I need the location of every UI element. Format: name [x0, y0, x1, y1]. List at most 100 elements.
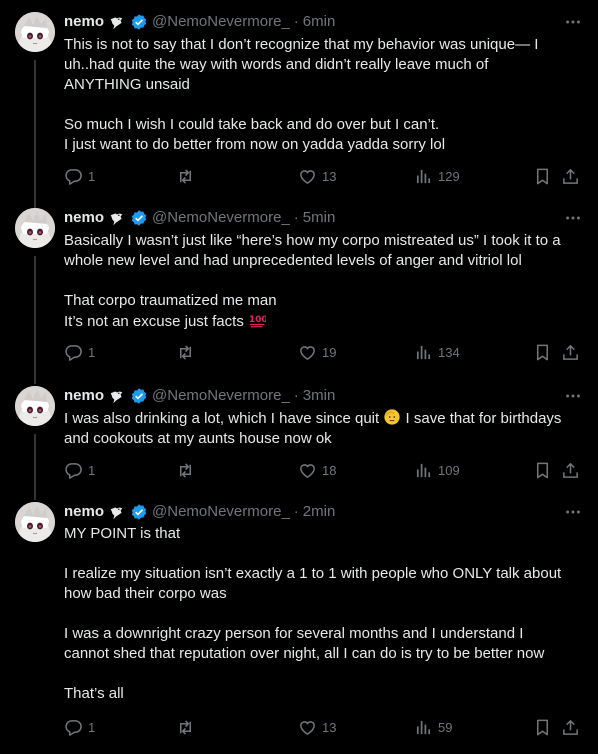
tweet-line: That corpo traumatized me man — [64, 292, 277, 309]
avatar[interactable] — [15, 12, 55, 52]
bookmark-icon — [533, 167, 552, 186]
retweet-button[interactable] — [176, 460, 195, 480]
tweet[interactable]: nemo @NemoNevermore_ · 2min MY POINT is … — [0, 502, 598, 742]
tweet-text: This is not to say that I don’t recogniz… — [64, 35, 582, 155]
bookmark-button[interactable] — [533, 342, 552, 362]
avatar[interactable] — [15, 386, 55, 426]
like-button[interactable]: 13 — [298, 166, 336, 186]
views-button[interactable]: 109 — [414, 460, 460, 480]
more-icon — [564, 13, 582, 31]
bookmark-icon — [533, 461, 552, 480]
handle[interactable]: @NemoNevermore_ — [152, 386, 290, 406]
verified-badge-icon[interactable] — [130, 503, 148, 521]
tweet-text: I was also drinking a lot, which I have … — [64, 408, 582, 449]
like-count: 18 — [322, 462, 337, 478]
retweet-icon — [176, 461, 195, 480]
tweet[interactable]: nemo @NemoNevermore_ · 6min This is not … — [0, 12, 598, 208]
tweet-header: nemo @NemoNevermore_ · 6min — [64, 12, 550, 32]
like-icon — [298, 343, 317, 362]
tweet-header: nemo @NemoNevermore_ · 3min — [64, 386, 550, 406]
tweet[interactable]: nemo @NemoNevermore_ · 5min Basically I … — [0, 208, 598, 384]
retweet-icon — [176, 167, 195, 186]
like-button[interactable]: 13 — [298, 717, 336, 737]
tweet-line: cannot shed that reputation over night, … — [64, 645, 545, 662]
tweet-line: ANYTHING unsaid — [64, 76, 190, 93]
tweet-line: That’s all — [64, 685, 124, 702]
display-name[interactable]: nemo — [64, 386, 104, 406]
more-options-button[interactable] — [564, 12, 582, 32]
thread-connector-line — [34, 60, 36, 208]
retweet-button[interactable] — [176, 717, 195, 737]
bookmark-button[interactable] — [533, 460, 552, 480]
timestamp[interactable]: 6min — [303, 12, 336, 32]
views-icon — [414, 461, 433, 480]
view-count: 134 — [438, 344, 460, 360]
timestamp[interactable]: 2min — [303, 502, 336, 522]
more-options-button[interactable] — [564, 386, 582, 406]
view-count: 59 — [438, 719, 453, 735]
verified-badge-icon[interactable] — [130, 13, 148, 31]
reply-button[interactable]: 1 — [64, 717, 95, 737]
share-icon — [561, 343, 580, 362]
reply-button[interactable]: 1 — [64, 166, 95, 186]
timestamp[interactable]: 5min — [303, 208, 336, 228]
thread-connector-line — [34, 256, 36, 384]
reply-icon — [64, 718, 83, 737]
timestamp[interactable]: 3min — [303, 386, 336, 406]
share-button[interactable] — [561, 342, 580, 362]
tweet-line: This is not to say that I don’t recogniz… — [64, 36, 539, 53]
more-options-button[interactable] — [564, 502, 582, 522]
views-button[interactable]: 129 — [414, 166, 460, 186]
views-icon — [414, 167, 433, 186]
share-icon — [561, 718, 580, 737]
handle[interactable]: @NemoNevermore_ — [152, 208, 290, 228]
tweet[interactable]: nemo @NemoNevermore_ · 3min I was also d… — [0, 386, 598, 500]
tweet-line: and cookouts at my aunts house now ok — [64, 430, 332, 447]
bookmark-button[interactable] — [533, 717, 552, 737]
like-button[interactable]: 19 — [298, 342, 336, 362]
tweet-line-text: It’s not an excuse just facts — [64, 313, 244, 330]
share-button[interactable] — [561, 460, 580, 480]
like-count: 19 — [322, 344, 337, 360]
view-count: 129 — [438, 168, 460, 184]
reply-button[interactable]: 1 — [64, 460, 95, 480]
more-icon — [564, 503, 582, 521]
like-button[interactable]: 18 — [298, 460, 336, 480]
bookmark-button[interactable] — [533, 166, 552, 186]
reply-count: 1 — [88, 344, 96, 360]
share-button[interactable] — [561, 166, 580, 186]
handle[interactable]: @NemoNevermore_ — [152, 502, 290, 522]
tweet-line: I was a downright crazy person for sever… — [64, 625, 524, 642]
more-icon — [564, 387, 582, 405]
display-name[interactable]: nemo — [64, 12, 104, 32]
crow-icon — [108, 209, 126, 227]
share-button[interactable] — [561, 717, 580, 737]
thread-connector-line — [34, 434, 36, 500]
avatar[interactable] — [15, 502, 55, 542]
like-count: 13 — [322, 719, 337, 735]
display-name[interactable]: nemo — [64, 502, 104, 522]
action-bar: 1 13 129 — [64, 166, 582, 186]
display-name[interactable]: nemo — [64, 208, 104, 228]
crow-icon — [108, 13, 126, 31]
share-icon — [561, 461, 580, 480]
retweet-button[interactable] — [176, 166, 195, 186]
tweet-line: I just want to do better from now on yad… — [64, 136, 446, 153]
separator-dot: · — [293, 387, 299, 404]
retweet-icon — [176, 718, 195, 737]
views-button[interactable]: 134 — [414, 342, 460, 362]
like-icon — [298, 718, 317, 737]
reply-button[interactable]: 1 — [64, 342, 95, 362]
more-options-button[interactable] — [564, 208, 582, 228]
reply-icon — [64, 343, 83, 362]
handle[interactable]: @NemoNevermore_ — [152, 12, 290, 32]
tweet-line: MY POINT is that — [64, 525, 181, 542]
retweet-button[interactable] — [176, 342, 195, 362]
views-button[interactable]: 59 — [414, 717, 452, 737]
tweet-line: uh..had quite the way with words and did… — [64, 56, 489, 73]
like-icon — [298, 167, 317, 186]
verified-badge-icon[interactable] — [130, 387, 148, 405]
avatar[interactable] — [15, 208, 55, 248]
view-count: 109 — [438, 462, 460, 478]
verified-badge-icon[interactable] — [130, 209, 148, 227]
